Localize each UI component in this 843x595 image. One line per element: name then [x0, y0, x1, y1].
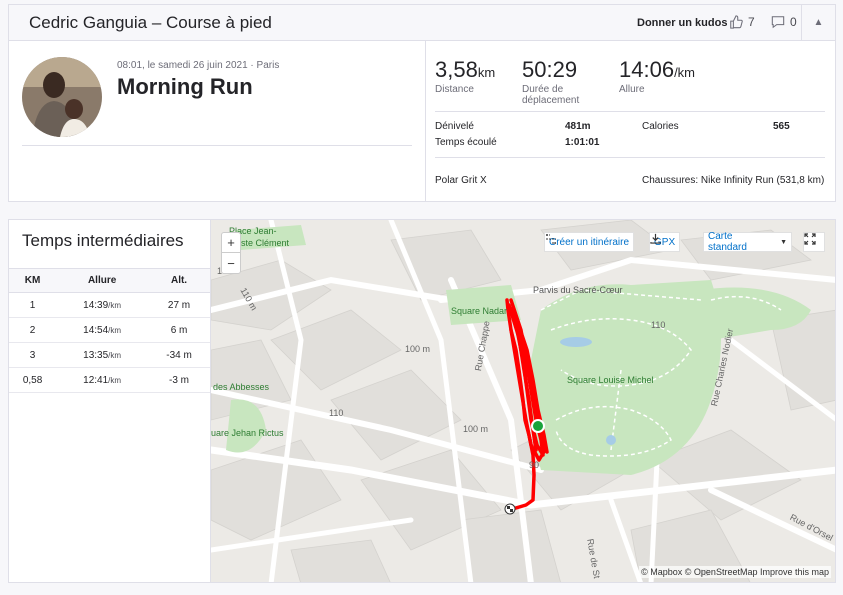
contour-label: 100 m	[405, 344, 431, 354]
contour-label: 110	[651, 320, 666, 330]
kudos-count[interactable]: 7	[729, 15, 755, 29]
kudos-number: 7	[748, 15, 755, 29]
start-marker[interactable]	[531, 419, 545, 433]
activity-header: Cedric Ganguia – Course à pied Donner un…	[9, 5, 835, 41]
zoom-control: + −	[221, 232, 241, 274]
route-icon	[546, 234, 556, 244]
distance-value: 3,58	[435, 57, 478, 82]
activity-header-title: Cedric Ganguia – Course à pied	[29, 13, 272, 32]
label-square-louise-michel: Square Louise Michel	[567, 375, 654, 385]
pace-value: 14:06	[619, 57, 675, 82]
zoom-out-button[interactable]: −	[222, 253, 240, 273]
split-pace: 14:54/km	[56, 317, 149, 343]
split-pace: 14:39/km	[56, 292, 149, 318]
splits-table: KM Allure Alt. 1 14:39/km 27 m 2 14:54/k…	[9, 268, 210, 393]
device-name: Polar Grit X	[435, 175, 487, 186]
pace-label: Allure	[619, 84, 645, 95]
km-header: KM	[9, 268, 57, 293]
split-alt: -34 m	[148, 342, 210, 368]
activity-meta: 08:01, le samedi 26 juin 2021 · Paris	[117, 60, 280, 71]
table-row: 0,58 12:41/km -3 m	[9, 367, 210, 393]
comment-number: 0	[790, 15, 797, 29]
moving-time-stat: 50:29 Durée de déplacement	[522, 57, 579, 106]
create-route-label: Créer un itinéraire	[549, 236, 630, 248]
split-km: 2	[9, 317, 57, 343]
calories-label: Calories	[642, 121, 679, 132]
elapsed-label: Temps écoulé	[435, 137, 497, 148]
split-alt: -3 m	[148, 367, 210, 393]
caret-down-icon: ▼	[780, 238, 787, 246]
label-parvis: Parvis du Sacré-Cœur	[533, 285, 623, 295]
split-km: 3	[9, 342, 57, 368]
map-style-label: Carte standard	[708, 231, 747, 253]
avatar[interactable]	[22, 57, 102, 137]
calories-value: 565	[773, 121, 790, 132]
map-attribution[interactable]: © Mapbox © OpenStreetMap Improve this ma…	[639, 566, 831, 578]
shoes-info: Chaussures: Nike Infinity Run (531,8 km)	[642, 175, 825, 186]
splits-title: Temps intermédiaires	[22, 231, 184, 250]
map-style-dropdown[interactable]: Carte standard ▼	[703, 231, 792, 253]
zoom-in-button[interactable]: +	[222, 233, 240, 253]
table-row: 3 13:35/km -34 m	[9, 342, 210, 368]
distance-unit: km	[477, 65, 496, 80]
splits-header-row: KM Allure Alt.	[9, 268, 210, 293]
elevation-label: Dénivelé	[435, 121, 474, 132]
split-pace: 12:41/km	[56, 367, 149, 393]
expand-icon	[804, 233, 816, 245]
split-km: 1	[9, 292, 57, 318]
activity-name: Morning Run	[117, 74, 253, 99]
label-baptiste-clement: ste Clément	[241, 238, 290, 248]
pace-stat: 14:06/km Allure	[619, 57, 695, 95]
divider	[22, 145, 412, 146]
collapse-button[interactable]: ▲	[801, 5, 835, 40]
thumbs-up-icon	[730, 15, 743, 29]
distance-label: Distance	[435, 84, 474, 95]
pace-unit: /km	[674, 65, 696, 80]
divider	[425, 41, 426, 201]
alt-header: Alt.	[148, 268, 210, 293]
split-alt: 6 m	[148, 317, 210, 343]
label-jehan-rictus: uare Jehan Rictus	[211, 428, 284, 438]
map-canvas[interactable]	[211, 220, 836, 583]
distance-stat: 3,58km Distance	[435, 57, 495, 95]
create-route-button[interactable]: Créer un itinéraire	[544, 232, 635, 252]
activity-card: Cedric Ganguia – Course à pied Donner un…	[8, 4, 836, 202]
divider	[435, 157, 825, 158]
moving-time-label: Durée de déplacement	[522, 84, 580, 106]
contour-label: 90	[529, 460, 540, 470]
give-kudos-button[interactable]: Donner un kudos	[637, 17, 727, 29]
contour-label: 100 m	[463, 424, 489, 434]
table-row: 1 14:39/km 27 m	[9, 292, 210, 318]
fullscreen-button[interactable]	[803, 232, 825, 252]
contour-label: 110	[329, 408, 344, 418]
elapsed-value: 1:01:01	[565, 137, 600, 148]
pace-header: Allure	[56, 268, 149, 293]
split-pace: 13:35/km	[56, 342, 149, 368]
gpx-download-button[interactable]: GPX	[649, 232, 681, 252]
label-square-nadar: Square Nadar	[451, 306, 508, 316]
finish-flag-icon[interactable]	[504, 503, 516, 515]
label-abbesses: des Abbesses	[213, 382, 270, 392]
elevation-value: 481m	[565, 121, 591, 132]
split-alt: 27 m	[148, 292, 210, 318]
download-icon	[650, 233, 661, 244]
moving-time-value: 50:29	[522, 57, 578, 82]
divider	[435, 111, 825, 112]
comment-icon	[771, 16, 785, 29]
splits-card: Temps intermédiaires KM Allure Alt. 1 14…	[8, 219, 210, 583]
chevron-up-icon: ▲	[813, 17, 824, 28]
table-row: 2 14:54/km 6 m	[9, 317, 210, 343]
split-km: 0,58	[9, 367, 57, 393]
route-map[interactable]: Place Jean- ste Clément Parvis du Sacré-…	[210, 219, 836, 583]
comment-count[interactable]: 0	[771, 15, 797, 29]
